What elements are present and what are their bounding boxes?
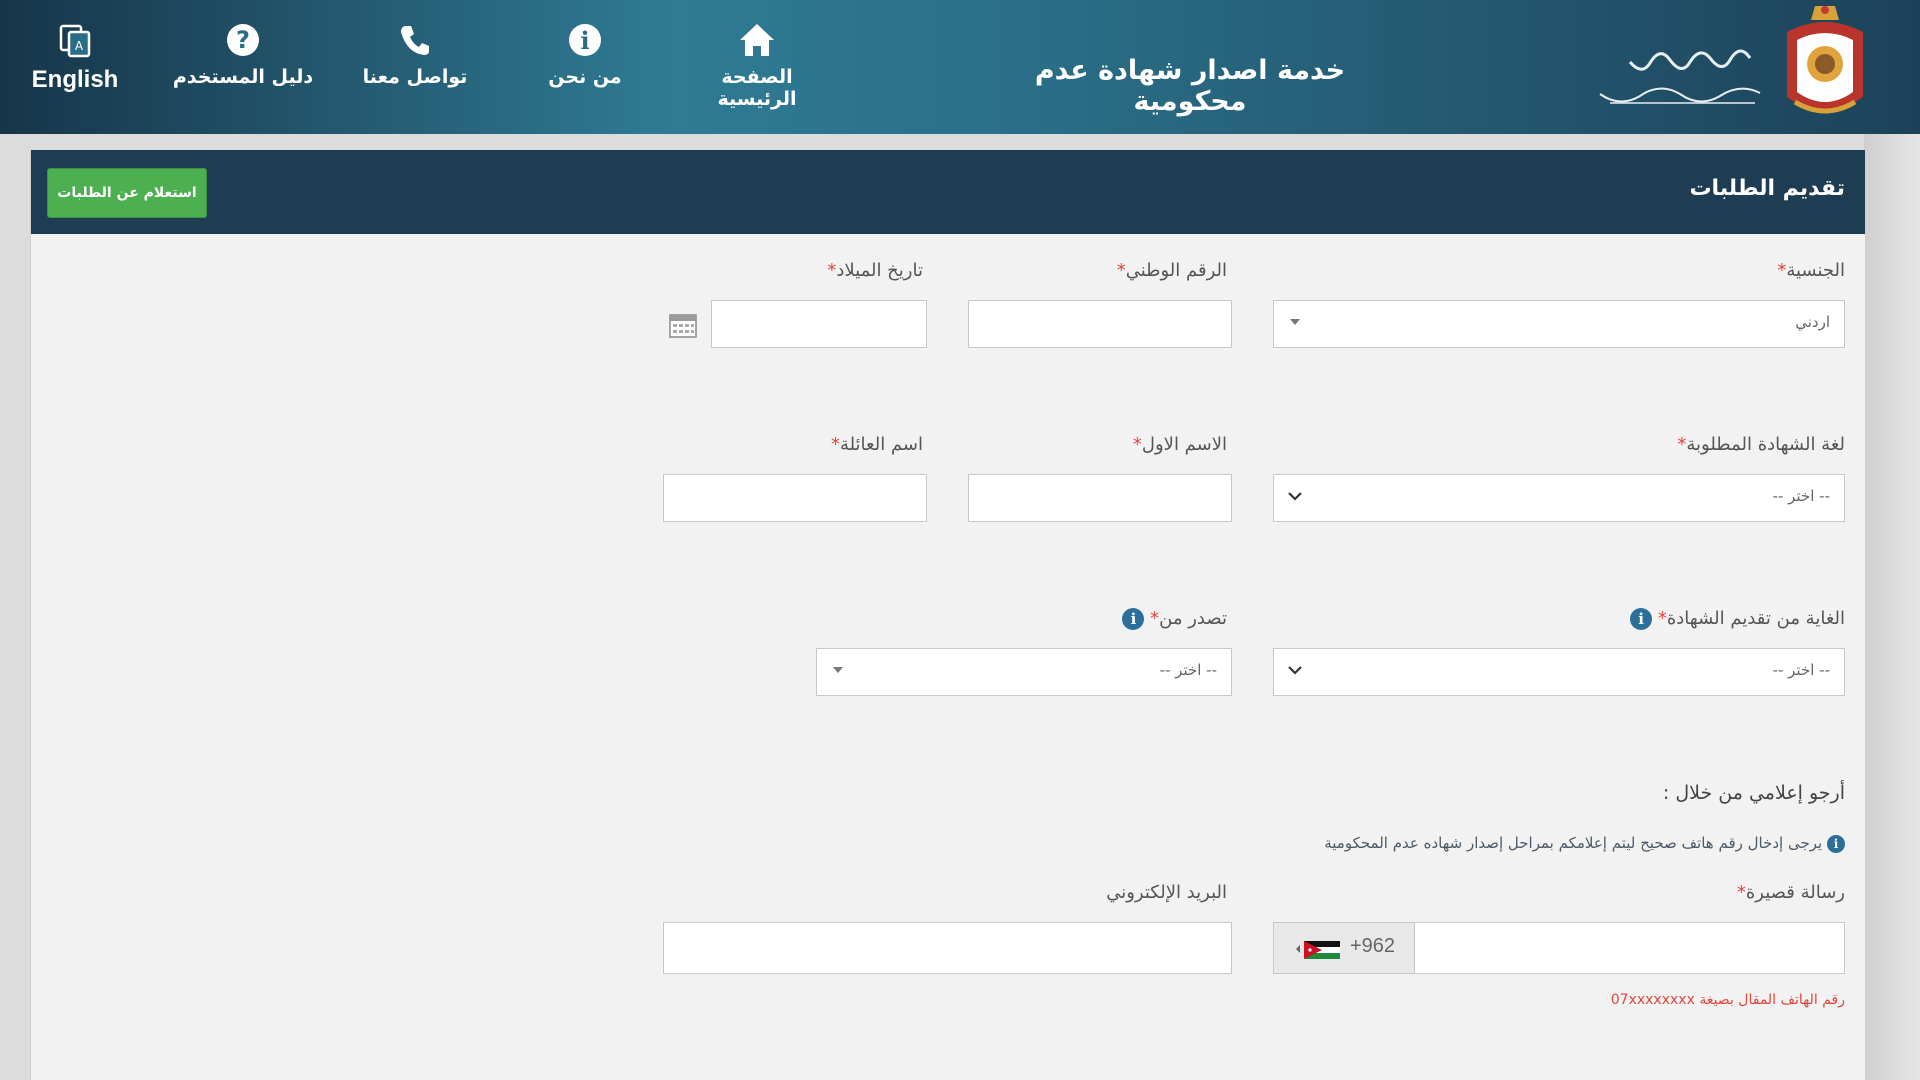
issued-from-label: تصدر من* i	[1122, 608, 1227, 630]
issued-from-value: -- اختر --	[1159, 661, 1217, 679]
email-input[interactable]	[663, 922, 1232, 974]
nav-home-label: الصفحة الرئيسية	[717, 66, 797, 110]
calendar-icon[interactable]	[669, 312, 697, 338]
page-edge	[1864, 134, 1920, 1080]
application-panel: استعلام عن الطلبات تقديم الطلبات الجنسية…	[30, 150, 1866, 1080]
national-id-field[interactable]	[969, 301, 1231, 347]
ministry-logo-text	[1599, 49, 1761, 104]
country-code: +962	[1350, 935, 1396, 957]
purpose-value: -- اختر --	[1772, 661, 1830, 679]
purpose-select[interactable]: -- اختر --	[1273, 648, 1845, 696]
nav-english-label: English	[31, 66, 119, 93]
nav-about-label: من نحن	[548, 66, 622, 88]
issued-from-info-icon[interactable]: i	[1122, 608, 1145, 630]
nav-contact-label: تواصل معنا	[362, 66, 468, 88]
birth-date-label: تاريخ الميلاد*	[827, 260, 923, 281]
top-header: A English ? دليل المستخدم تواصل معنا i م…	[0, 0, 1920, 134]
sms-label: رسالة قصيرة*	[1736, 882, 1845, 903]
purpose-label: الغاية من تقديم الشهادة* i	[1630, 608, 1845, 630]
family-name-label: اسم العائلة*	[830, 434, 923, 455]
notify-notice-text: يرجى إدخال رقم هاتف صحيح ليتم إعلامكم بم…	[1324, 834, 1823, 852]
nav-user-guide-label: دليل المستخدم	[172, 66, 314, 88]
panel-title: تقديم الطلبات	[1689, 176, 1845, 201]
cert-language-select[interactable]: -- اختر --	[1273, 474, 1845, 522]
first-name-label: الاسم الاول*	[1132, 434, 1227, 455]
coat-of-arms-logo	[1787, 6, 1863, 114]
svg-text:A: A	[75, 39, 84, 53]
home-icon	[740, 24, 774, 56]
email-label: البريد الإلكتروني	[1106, 882, 1227, 903]
birth-date-field[interactable]	[712, 301, 926, 347]
national-id-input[interactable]	[968, 300, 1232, 348]
cert-language-label: لغة الشهادة المطلوبة*	[1677, 434, 1845, 455]
chevron-down-icon	[1288, 492, 1302, 501]
svg-text:?: ?	[236, 26, 250, 54]
language-icon: A	[59, 24, 91, 58]
email-field[interactable]	[664, 923, 1231, 973]
nav-user-guide[interactable]: ? دليل المستخدم	[168, 20, 318, 88]
caret-down-icon	[1290, 319, 1300, 325]
info-icon: i	[569, 24, 601, 56]
notify-heading: أرجو إعلامي من خلال :	[1662, 782, 1845, 804]
nav-contact[interactable]: تواصل معنا	[340, 20, 490, 88]
jordan-flag-icon	[1296, 941, 1340, 959]
birth-date-input[interactable]	[711, 300, 927, 348]
nationality-value: اردني	[1795, 313, 1830, 331]
panel-header: استعلام عن الطلبات تقديم الطلبات	[31, 150, 1865, 234]
country-code-selector[interactable]: +962	[1274, 923, 1415, 973]
first-name-field[interactable]	[969, 475, 1231, 521]
first-name-input[interactable]	[968, 474, 1232, 522]
question-icon: ?	[227, 24, 259, 56]
notice-info-icon: i	[1827, 834, 1845, 853]
national-id-label: الرقم الوطني*	[1116, 260, 1227, 281]
sms-phone-input[interactable]: +962	[1273, 922, 1845, 974]
chevron-down-icon	[1288, 666, 1302, 675]
phone-icon	[401, 26, 429, 55]
cert-language-value: -- اختر --	[1772, 487, 1830, 505]
phone-number-field[interactable]	[1414, 923, 1844, 973]
svg-text:i: i	[580, 26, 589, 55]
notify-notice: i يرجى إدخال رقم هاتف صحيح ليتم إعلامكم …	[1324, 834, 1845, 853]
nav-home[interactable]: الصفحة الرئيسية	[682, 20, 832, 110]
issued-from-select[interactable]: -- اختر --	[816, 648, 1232, 696]
caret-down-icon	[833, 667, 843, 673]
nav-english[interactable]: A English	[0, 20, 150, 94]
phone-format-hint: رقم الهاتف المقال بصيغة 07xxxxxxxx	[1610, 992, 1845, 1008]
nav-about[interactable]: i من نحن	[510, 20, 660, 88]
inquiry-button[interactable]: استعلام عن الطلبات	[47, 168, 207, 218]
family-name-input[interactable]	[663, 474, 927, 522]
nationality-select[interactable]: اردني	[1273, 300, 1845, 348]
purpose-info-icon[interactable]: i	[1630, 608, 1653, 630]
family-name-field[interactable]	[664, 475, 926, 521]
nationality-label: الجنسية*	[1777, 260, 1845, 281]
page-title: خدمة اصدار شهادة عدم محكومية	[1034, 55, 1346, 117]
